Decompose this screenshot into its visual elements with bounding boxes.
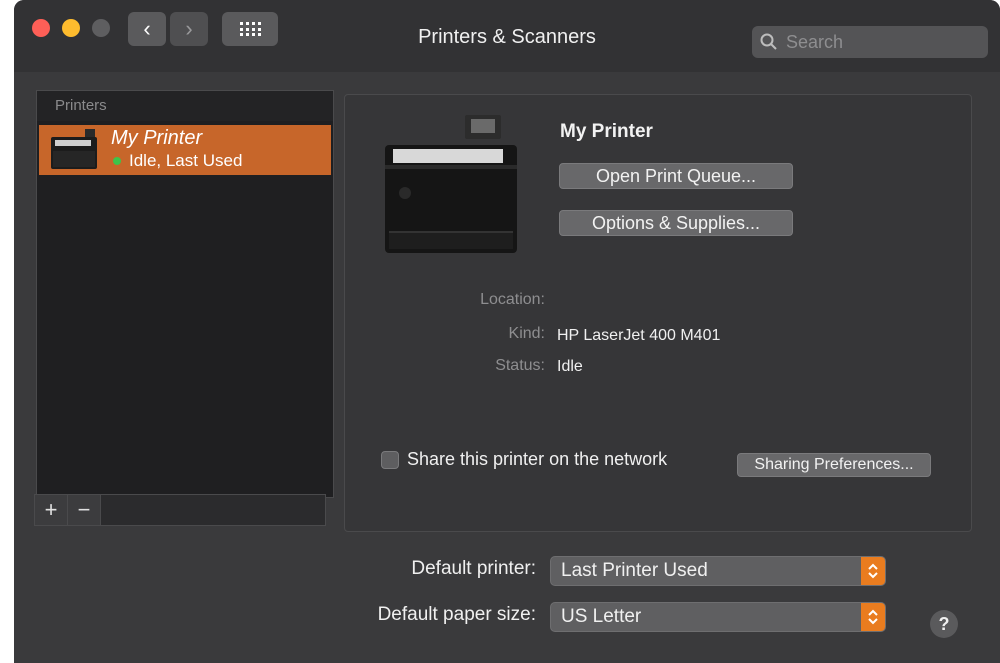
printer-icon (51, 129, 97, 169)
kind-label: Kind: (508, 325, 545, 342)
share-printer-option[interactable]: Share this printer on the network (381, 449, 667, 470)
default-printer-value: Last Printer Used (561, 560, 708, 581)
status-label: Status: (495, 357, 545, 374)
printers-list-header: Printers (37, 91, 333, 121)
share-label: Share this printer on the network (407, 449, 668, 469)
default-paper-label: Default paper size: (377, 604, 536, 625)
printer-status: Idle, Last Used (113, 151, 242, 171)
default-paper-popup[interactable]: US Letter (550, 602, 886, 632)
list-toolbar: + − (34, 494, 326, 526)
remove-printer-button[interactable]: − (68, 495, 101, 525)
preferences-window: ‹ › Printers & Scanners Printers (14, 0, 1000, 663)
printer-details: My Printer Open Print Queue... Options &… (344, 94, 972, 532)
search-field[interactable] (752, 26, 988, 58)
updown-chevron-icon (861, 557, 885, 585)
printers-list: Printers My Printer Idle, Last Used (36, 90, 334, 498)
printer-image (385, 115, 517, 253)
sharing-preferences-button[interactable]: Sharing Preferences... (737, 453, 931, 477)
status-value: Idle (557, 358, 583, 375)
title-bar: ‹ › Printers & Scanners (14, 0, 1000, 72)
add-printer-button[interactable]: + (35, 495, 68, 525)
default-printer-label: Default printer: (411, 558, 536, 579)
kind-value: HP LaserJet 400 M401 (557, 327, 721, 344)
location-label: Location: (480, 291, 545, 308)
search-icon (760, 33, 777, 50)
search-input[interactable] (784, 30, 978, 54)
status-dot-icon (113, 157, 121, 165)
detail-printer-name: My Printer (560, 121, 653, 142)
options-supplies-button[interactable]: Options & Supplies... (559, 210, 793, 236)
printer-list-item[interactable]: My Printer Idle, Last Used (39, 125, 331, 175)
printer-name: My Printer (111, 127, 203, 149)
printer-status-text: Idle, Last Used (129, 151, 243, 170)
default-printer-popup[interactable]: Last Printer Used (550, 556, 886, 586)
help-button[interactable]: ? (930, 610, 958, 638)
updown-chevron-icon (861, 603, 885, 631)
default-paper-value: US Letter (561, 606, 642, 627)
open-print-queue-button[interactable]: Open Print Queue... (559, 163, 793, 189)
share-checkbox[interactable] (381, 450, 399, 469)
